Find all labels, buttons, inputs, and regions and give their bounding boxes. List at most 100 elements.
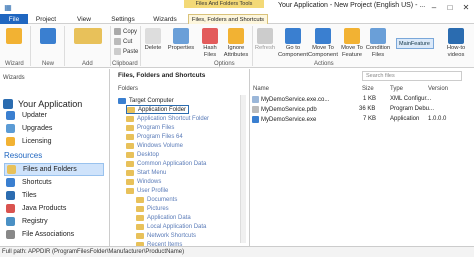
tab-files-folders-shortcuts[interactable]: Files, Folders and Shortcuts [188,14,268,24]
tree-node[interactable]: User Profile [126,186,168,195]
tree-node[interactable]: Program Files 64 [126,132,183,141]
delete-icon [145,28,161,44]
tree-node[interactable]: Pictures [136,204,169,213]
ribbon-tabs: File Project View Settings Wizards Files… [0,14,474,24]
file-association-icon [6,230,15,239]
tree-node-label: Start Menu [137,169,167,176]
cut-button[interactable]: Cut [114,38,132,45]
tab-view[interactable]: View [72,14,96,24]
column-header-name[interactable]: Name [253,86,269,92]
tree-scrollbar[interactable] [240,95,246,243]
folder-icon [127,106,135,113]
tree-node[interactable]: Windows Volume [126,141,183,150]
delete-button[interactable]: Delete [142,28,164,52]
minimize-icon[interactable]: – [426,0,442,14]
tree-node[interactable]: Network Shortcuts [136,231,196,240]
page-title: Files, Folders and Shortcuts [118,72,206,79]
sidebar-item-label: Registry [22,218,48,225]
tree-node[interactable]: Local Application Data [136,222,206,231]
paste-button[interactable]: Paste [114,48,138,55]
window-title: Your Application - New Project (English … [278,2,426,9]
quick-access-icon[interactable]: ▦ [0,0,16,14]
hash-files-button[interactable]: Hash Files [198,28,222,58]
folder-icon [136,205,144,212]
search-input[interactable]: Search files [362,71,462,81]
status-bar: Full path: APPDIR (ProgramFilesFolder\Ma… [0,246,474,257]
tree-node[interactable]: Application Data [136,213,191,222]
sidebar-item-upgrades[interactable]: Upgrades [4,122,104,135]
move-to-feature-label: Move To Feature [341,45,363,58]
sidebar-item-updater[interactable]: Updater [4,109,104,122]
close-icon[interactable]: ✕ [458,0,474,14]
sidebar-item-registry[interactable]: Registry [4,215,104,228]
context-tab-header: Files And Folders Tools [184,0,264,8]
tree-node-label: Pictures [147,205,169,212]
table-row[interactable]: MyDemoService.pdb 36 KB Program Debu... [252,106,472,115]
tree-node[interactable]: Start Menu [126,168,166,177]
wizard-group-label: Wizard [5,61,24,67]
column-header-version[interactable]: Version [428,86,448,92]
file-type: Program Debu... [390,106,435,112]
tree-node[interactable]: Common Application Data [126,159,206,168]
move-to-component-button[interactable]: Move To Component [308,28,338,58]
sidebar-item-licensing[interactable]: Licensing [4,135,104,148]
tab-project[interactable]: Project [32,14,60,24]
sidebar-item-shortcuts[interactable]: Shortcuts [4,176,104,189]
goto-component-button[interactable]: Go to Component [278,28,308,58]
tree-node-label: Program Files 64 [137,133,183,140]
add-group-label: Add [82,61,93,67]
tree-node[interactable]: Windows [126,177,161,186]
video-icon [448,28,464,44]
tree-node[interactable]: Program Files [126,123,174,132]
sidebar: Wizards Your Application Updater Upgrade… [0,69,110,246]
wizard-button[interactable] [2,28,26,45]
copy-button[interactable]: Copy [114,28,137,35]
tree-node[interactable]: Documents [136,195,177,204]
move-to-feature-button[interactable]: Move To Feature [338,28,366,58]
maximize-icon[interactable]: □ [442,0,458,14]
folder-icon [126,115,134,122]
sidebar-item-label: Licensing [22,138,52,145]
sidebar-item-label: Tiles [22,192,37,199]
sidebar-item-label: Updater [22,112,47,119]
sidebar-item-label: Shortcuts [22,179,52,186]
feature-dropdown[interactable]: MainFeature [396,38,434,49]
tree-node[interactable]: Application Folder [126,105,190,114]
tree-node[interactable]: Target Computer [118,96,174,105]
tab-settings[interactable]: Settings [106,14,140,24]
separator [30,26,31,66]
shortcut-icon [6,178,15,187]
tree-node-label: Application Shortcut Folder [137,115,210,122]
sidebar-item-file-associations[interactable]: File Associations [4,228,104,241]
table-row[interactable]: MyDemoService.exe 7 KB Application 1.0.0… [252,116,472,125]
folder-icon [136,214,144,221]
howto-videos-button[interactable]: How-to videos [442,28,470,58]
condition-files-button[interactable]: Condition Files [364,28,392,58]
column-header-type[interactable]: Type [390,86,403,92]
tab-wizards[interactable]: Wizards [148,14,182,24]
column-header-size[interactable]: Size [362,86,374,92]
new-button[interactable] [36,28,60,45]
sidebar-item-tiles[interactable]: Tiles [4,189,104,202]
file-type: Application [390,116,420,122]
tab-file[interactable]: File [0,14,28,24]
refresh-button[interactable]: Refresh [254,28,276,52]
app-title-label: Your Application [18,99,83,109]
properties-button[interactable]: Properties [166,28,196,52]
tree-node[interactable]: Application Shortcut Folder [126,114,209,123]
sidebar-item-files-folders[interactable]: Files and Folders [4,163,104,176]
new-file-icon [40,28,56,44]
java-icon [6,204,15,213]
sidebar-item-java-products[interactable]: Java Products [4,202,104,215]
folder-icon [126,133,134,140]
add-button[interactable] [70,28,106,45]
tree-node-label: Windows Volume [137,142,184,149]
sidebar-app-title[interactable]: Your Application [3,99,82,109]
cut-icon [114,38,121,45]
folders-column-header: Folders [118,86,139,92]
separator [252,26,253,66]
tree-node-label: Application Data [147,214,191,221]
ignore-attributes-button[interactable]: Ignore Attributes [222,28,250,58]
table-row[interactable]: MyDemoService.exe.co... 1 KB XML Configu… [252,96,472,105]
tree-node[interactable]: Desktop [126,150,159,159]
